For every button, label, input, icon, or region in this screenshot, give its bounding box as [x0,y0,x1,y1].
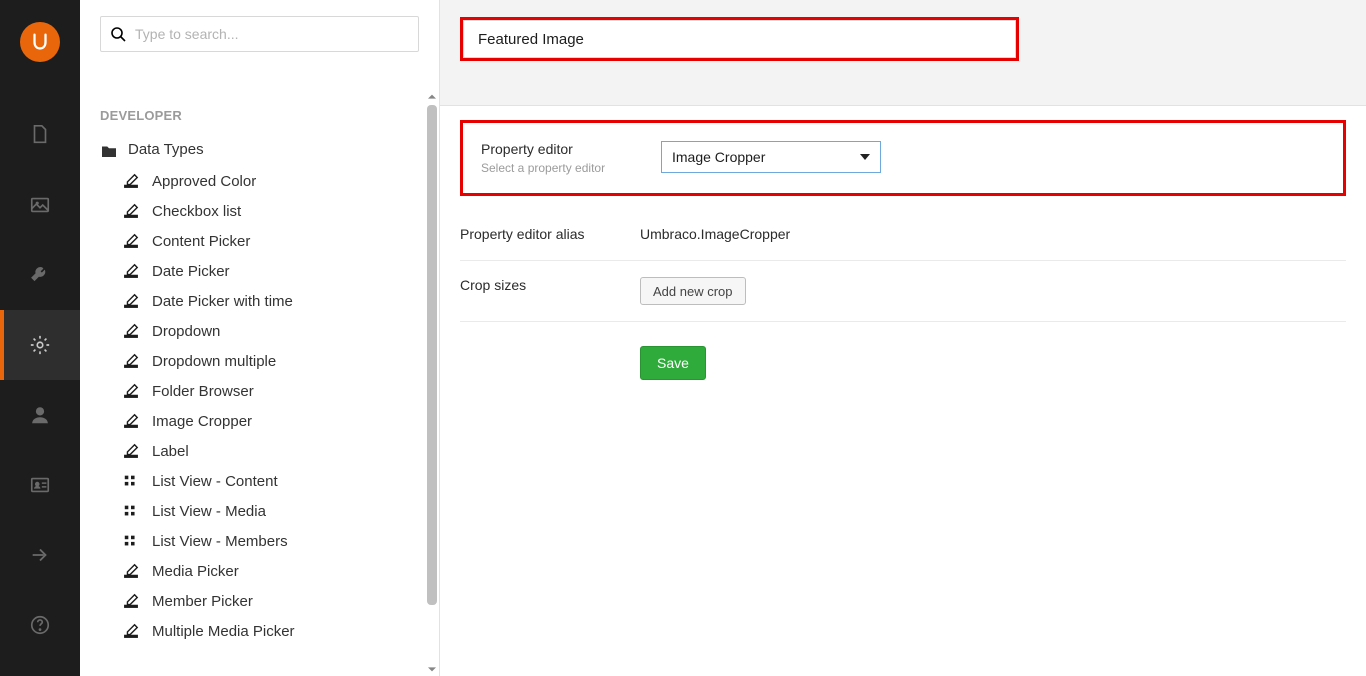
tree-item[interactable]: Date Picker [122,256,429,286]
sidebar-search [80,0,439,62]
scroll-up-icon[interactable] [427,92,437,102]
tree-item-label: Member Picker [152,593,253,610]
save-button[interactable]: Save [640,346,706,380]
tree-item-label: Folder Browser [152,383,254,400]
tree-item[interactable]: Dropdown multiple [122,346,429,376]
scrollbar[interactable] [427,105,437,671]
tree-item[interactable]: Content Picker [122,226,429,256]
edit-icon [122,202,140,220]
rail-members[interactable] [0,450,80,520]
search-icon [110,26,126,42]
tree-item-label: Label [152,443,189,460]
alias-label: Property editor alias [460,226,640,242]
edit-icon [122,172,140,190]
tree-item-label: Dropdown [152,323,220,340]
document-icon [29,124,51,146]
tree-item-label: List View - Members [152,533,288,550]
id-card-icon [29,474,51,496]
tree-item[interactable]: Folder Browser [122,376,429,406]
edit-icon [122,292,140,310]
datatype-name-input[interactable] [463,20,1016,58]
scroll-down-icon[interactable] [427,664,437,674]
rail-content[interactable] [0,100,80,170]
property-editor-help: Select a property editor [481,161,661,175]
edit-icon [122,382,140,400]
tree-item[interactable]: Dropdown [122,316,429,346]
rail-forms[interactable] [0,520,80,590]
tree-item[interactable]: Date Picker with time [122,286,429,316]
picture-icon [29,194,51,216]
alias-value: Umbraco.ImageCropper [640,226,790,242]
edit-icon [122,412,140,430]
scroll-thumb[interactable] [427,105,437,605]
tree-root-label: Data Types [128,141,204,158]
name-input-highlight [460,17,1019,61]
edit-icon [122,262,140,280]
property-editor-label: Property editor [481,141,661,157]
tree-item-label: Approved Color [152,173,256,190]
rail-media[interactable] [0,170,80,240]
edit-icon [122,592,140,610]
nav-rail [0,0,80,676]
property-editor-highlight: Property editor Select a property editor… [460,120,1346,196]
app-logo[interactable] [20,22,60,62]
tree-item-label: Date Picker [152,263,230,280]
add-crop-button[interactable]: Add new crop [640,277,746,305]
user-icon [29,404,51,426]
edit-icon [122,232,140,250]
help-icon [29,614,51,636]
tree-item-label: Media Picker [152,563,239,580]
section-label: DEVELOPER [80,62,439,137]
listview-icon [122,532,140,550]
rail-settings[interactable] [0,240,80,310]
editor-header [440,0,1366,106]
edit-icon [122,622,140,640]
tree-item-label: Multiple Media Picker [152,623,295,640]
gear-icon [29,334,51,356]
tree-item[interactable]: List View - Media [122,496,429,526]
tree-item-label: Date Picker with time [152,293,293,310]
tree-item-label: Dropdown multiple [152,353,276,370]
rail-developer[interactable] [0,310,80,380]
edit-icon [122,352,140,370]
listview-icon [122,502,140,520]
tree-item[interactable]: Multiple Media Picker [122,616,429,646]
property-editor-select[interactable]: Image Cropper [661,141,881,173]
tree-item[interactable]: Media Picker [122,556,429,586]
arrow-right-icon [29,544,51,566]
tree-item[interactable]: Label [122,436,429,466]
tree-item-label: List View - Content [152,473,278,490]
wrench-icon [29,264,51,286]
tree-item[interactable]: Image Cropper [122,406,429,436]
tree-item[interactable]: Member Picker [122,586,429,616]
rail-users[interactable] [0,380,80,450]
tree-item[interactable]: List View - Content [122,466,429,496]
tree-item-label: Image Cropper [152,413,252,430]
tree-item-label: List View - Media [152,503,266,520]
rail-help[interactable] [0,590,80,660]
editor-panel: Property editor Select a property editor… [440,0,1366,676]
edit-icon [122,442,140,460]
search-input[interactable] [100,16,419,52]
tree-root-data-types[interactable]: Data Types [100,137,429,166]
tree-item-label: Checkbox list [152,203,241,220]
tree-item[interactable]: Approved Color [122,166,429,196]
sidebar: DEVELOPER Data Types Approved Color Check… [80,0,440,676]
tree-item-label: Content Picker [152,233,250,250]
listview-icon [122,472,140,490]
edit-icon [122,322,140,340]
crop-sizes-label: Crop sizes [460,277,640,293]
folder-icon [100,143,118,157]
tree-item[interactable]: List View - Members [122,526,429,556]
tree-item[interactable]: Checkbox list [122,196,429,226]
edit-icon [122,562,140,580]
